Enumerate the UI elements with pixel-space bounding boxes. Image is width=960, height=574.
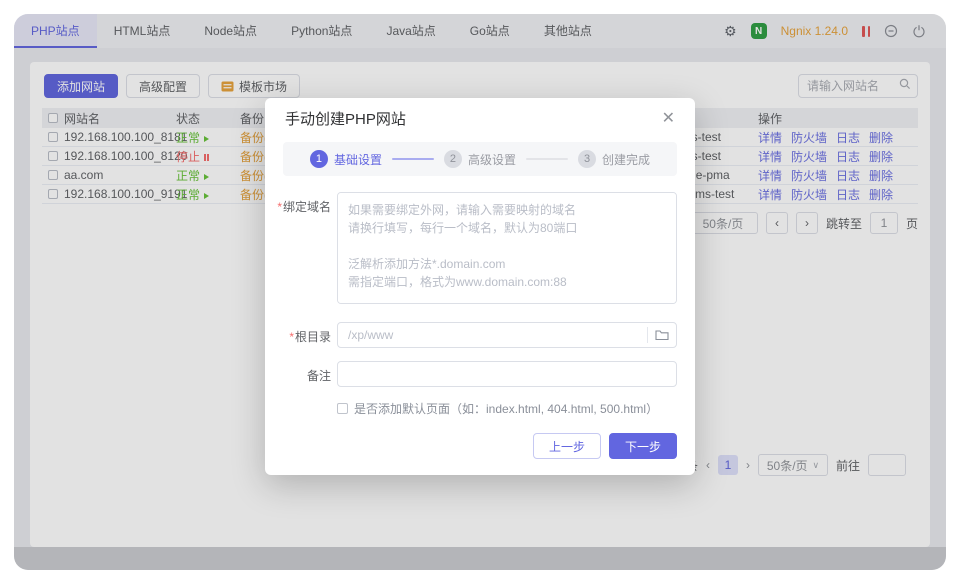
wizard-stepper: 1 基础设置 2 高级设置 3 创建完成: [283, 142, 677, 176]
create-php-site-modal: 手动创建PHP网站 ✕ 1 基础设置 2 高级设置 3 创建完成 *绑定域名: [265, 98, 695, 475]
domain-textarea[interactable]: [337, 192, 677, 304]
default-page-checkbox-label: 是否添加默认页面（如：index.html, 404.html, 500.htm…: [354, 400, 658, 417]
prev-step-button[interactable]: 上一步: [533, 433, 601, 459]
modal-title: 手动创建PHP网站: [285, 108, 406, 129]
root-dir-label: *根目录: [265, 322, 331, 348]
step-connector: [392, 158, 434, 160]
remark-input[interactable]: [337, 361, 677, 387]
step-advanced-settings: 2 高级设置: [444, 150, 516, 168]
folder-picker-icon[interactable]: [648, 329, 676, 341]
default-page-checkbox[interactable]: [337, 403, 348, 414]
step-connector: [526, 158, 568, 160]
next-step-button[interactable]: 下一步: [609, 433, 677, 459]
remark-label: 备注: [265, 361, 331, 387]
domain-label: *绑定域名: [265, 192, 331, 309]
step-basic-settings: 1 基础设置: [310, 150, 382, 168]
root-dir-input[interactable]: [338, 328, 647, 342]
step-create-complete: 3 创建完成: [578, 150, 650, 168]
app-window: PHP站点 HTML站点 Node站点 Python站点 Java站点 Go站点…: [14, 14, 946, 570]
close-icon[interactable]: ✕: [662, 108, 675, 128]
modal-footer: 上一步 下一步: [533, 433, 677, 459]
modal-header: 手动创建PHP网站 ✕: [265, 98, 695, 138]
create-site-form: *绑定域名 *根目录 备注: [265, 176, 695, 417]
